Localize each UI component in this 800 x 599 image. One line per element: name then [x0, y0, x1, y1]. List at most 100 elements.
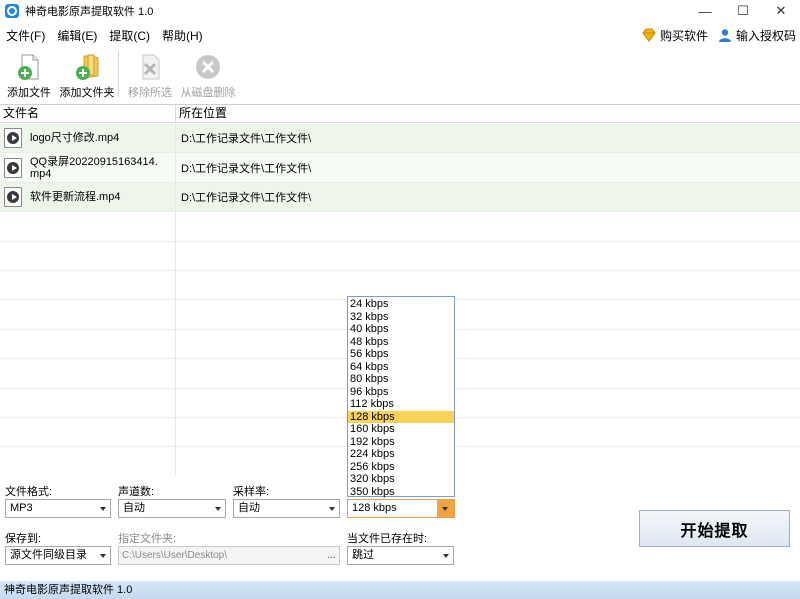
gem-icon: [642, 28, 656, 42]
location-cell: D:\工作记录文件\工作文件\: [181, 191, 312, 204]
enter-license-link[interactable]: 输入授权码: [718, 27, 796, 44]
video-file-icon: [4, 128, 22, 149]
file-list-header: 文件名 所在位置: [0, 105, 800, 123]
chevron-down-icon: [100, 507, 106, 511]
folder-input[interactable]: C:\Users\User\Desktop\ ...: [118, 546, 340, 565]
location-cell: D:\工作记录文件\工作文件\: [181, 133, 312, 146]
enter-license-label: 输入授权码: [735, 28, 796, 43]
remove-selected-label: 移除所选: [128, 87, 172, 99]
toolbar-separator: [118, 51, 119, 97]
chevron-down-icon: [215, 507, 221, 511]
channels-select[interactable]: 自动: [118, 499, 226, 518]
menu-right: 购买软件 输入授权码: [632, 24, 796, 46]
minimize-button[interactable]: —: [686, 0, 724, 22]
table-row[interactable]: 软件更新流程.mp4 D:\工作记录文件\工作文件\: [0, 182, 800, 213]
add-folder-label: 添加文件夹: [59, 87, 115, 99]
delete-from-disk-button[interactable]: 从磁盘删除: [179, 48, 237, 100]
toolbar: 添加文件 添加文件夹 移除所选 从磁盘删除: [0, 48, 800, 100]
channels-value: 自动: [123, 502, 145, 514]
bitrate-option[interactable]: 32 kbps: [348, 311, 454, 324]
buy-software-link[interactable]: 购买软件: [642, 27, 708, 44]
bitrate-option[interactable]: 96 kbps: [348, 386, 454, 399]
saveto-select[interactable]: 源文件同级目录: [5, 546, 111, 565]
exists-label: 当文件已存在时:: [347, 533, 428, 545]
bitrate-option[interactable]: 160 kbps: [348, 423, 454, 436]
remove-file-icon: [142, 54, 160, 80]
column-header-location[interactable]: 所在位置: [176, 105, 227, 122]
filename: logo尺寸修改.mp4: [30, 132, 120, 145]
format-label: 文件格式:: [5, 486, 53, 498]
menu-edit[interactable]: 编辑(E): [57, 27, 97, 44]
window-controls: — ☐ ✕: [686, 0, 800, 22]
filename: QQ录屏20220915163414.mp4: [30, 155, 158, 180]
bitrate-value: 128 kbps: [352, 502, 397, 514]
filename: 软件更新流程.mp4: [30, 190, 121, 203]
app-logo-icon: [5, 4, 19, 18]
folder-value: C:\Users\User\Desktop\: [122, 550, 228, 561]
bitrate-option[interactable]: 24 kbps: [348, 298, 454, 311]
bitrate-select[interactable]: 128 kbps: [347, 499, 455, 518]
delete-icon: [196, 55, 220, 79]
bitrate-option[interactable]: 56 kbps: [348, 348, 454, 361]
bitrate-option[interactable]: 350 kbps: [348, 486, 454, 499]
chevron-down-icon: [100, 554, 106, 558]
bitrate-option[interactable]: 224 kbps: [348, 448, 454, 461]
status-bar: 神奇电影原声提取软件 1.0: [0, 581, 800, 599]
bitrate-option[interactable]: 48 kbps: [348, 336, 454, 349]
location-cell: D:\工作记录文件\工作文件\: [181, 162, 312, 175]
table-row[interactable]: QQ录屏20220915163414.mp4 D:\工作记录文件\工作文件\: [0, 153, 800, 183]
maximize-button[interactable]: ☐: [724, 0, 762, 22]
add-file-icon: [18, 54, 39, 80]
bitrate-dropdown-list: 24 kbps 32 kbps 40 kbps 48 kbps 56 kbps …: [347, 296, 455, 499]
bitrate-option-selected[interactable]: 128 kbps: [348, 410, 454, 423]
menu-file[interactable]: 文件(F): [6, 27, 45, 44]
remove-selected-button[interactable]: 移除所选: [121, 48, 179, 100]
user-icon: [718, 29, 731, 42]
samplerate-select[interactable]: 自动: [233, 499, 340, 518]
bitrate-option[interactable]: 320 kbps: [348, 473, 454, 486]
menu-bar: 文件(F) 编辑(E) 提取(C) 帮助(H) 购买软件 输入授权码: [0, 24, 800, 46]
bitrate-option[interactable]: 64 kbps: [348, 361, 454, 374]
format-value: MP3: [10, 502, 33, 514]
add-folder-icon: [76, 54, 99, 80]
saveto-label: 保存到:: [5, 533, 42, 545]
table-row[interactable]: logo尺寸修改.mp4 D:\工作记录文件\工作文件\: [0, 124, 800, 154]
exists-select[interactable]: 跳过: [347, 546, 454, 565]
bitrate-option[interactable]: 80 kbps: [348, 373, 454, 386]
samplerate-value: 自动: [238, 502, 260, 514]
add-file-label: 添加文件: [7, 87, 51, 99]
chevron-down-icon[interactable]: [437, 500, 454, 517]
folder-label: 指定文件夹:: [118, 533, 177, 545]
samplerate-label: 采样率:: [233, 486, 270, 498]
bitrate-option[interactable]: 112 kbps: [348, 398, 454, 411]
menu-help[interactable]: 帮助(H): [162, 27, 203, 44]
video-file-icon: [4, 157, 22, 178]
saveto-value: 源文件同级目录: [10, 549, 87, 561]
empty-row: [0, 212, 800, 242]
buy-software-label: 购买软件: [659, 28, 708, 43]
filename-cell: logo尺寸修改.mp4: [0, 124, 176, 153]
close-button[interactable]: ✕: [762, 0, 800, 22]
add-folder-button[interactable]: 添加文件夹: [58, 48, 116, 100]
empty-row: [0, 241, 800, 271]
chevron-down-icon: [443, 554, 449, 558]
exists-value: 跳过: [352, 549, 374, 561]
browse-button[interactable]: ...: [324, 547, 339, 564]
add-file-button[interactable]: 添加文件: [0, 48, 58, 100]
bitrate-option[interactable]: 40 kbps: [348, 323, 454, 336]
filename-cell: 软件更新流程.mp4: [0, 182, 176, 212]
window-title: 神奇电影原声提取软件 1.0: [25, 6, 154, 18]
delete-from-disk-label: 从磁盘删除: [180, 87, 236, 99]
format-select[interactable]: MP3: [5, 499, 111, 518]
bitrate-option[interactable]: 256 kbps: [348, 461, 454, 474]
chevron-down-icon: [329, 507, 335, 511]
status-text: 神奇电影原声提取软件 1.0: [4, 584, 133, 596]
video-file-icon: [4, 186, 22, 207]
bitrate-option[interactable]: 192 kbps: [348, 436, 454, 449]
title-bar: 神奇电影原声提取软件 1.0 — ☐ ✕: [0, 0, 800, 22]
start-extract-button[interactable]: 开始提取: [639, 510, 790, 547]
filename-cell: QQ录屏20220915163414.mp4: [0, 153, 176, 182]
channels-label: 声道数:: [118, 486, 155, 498]
menu-extract[interactable]: 提取(C): [109, 27, 150, 44]
column-header-filename[interactable]: 文件名: [0, 105, 176, 122]
